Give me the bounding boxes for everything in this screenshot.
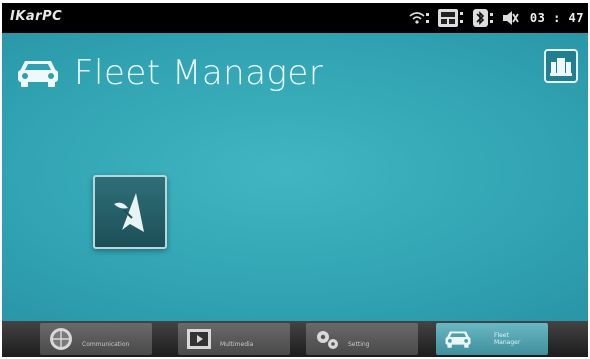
app-screen: Fleet Manager	[2, 33, 588, 321]
dock-item-label: Multimedia	[220, 340, 254, 348]
page-title: Fleet Manager	[74, 53, 324, 93]
navigation-tile[interactable]	[93, 175, 167, 249]
dock-item-label: Fleet Manager	[494, 332, 521, 346]
dock-item-communication[interactable]: Communication	[40, 323, 152, 355]
device-frame: IKarPC 03: 47 Fleet Manager Communicati…	[2, 3, 588, 357]
brand-label: IKarPC	[10, 9, 63, 24]
mute-icon	[502, 11, 519, 25]
clock: 03 : 47	[529, 11, 584, 25]
signal-icon	[437, 9, 463, 27]
app-header: Fleet Manager	[16, 51, 323, 95]
status-icons: 03 : 47	[408, 3, 584, 33]
gears-icon	[317, 331, 338, 349]
globe-icon	[50, 328, 72, 350]
dock-item-label: Setting	[348, 340, 370, 348]
dock-item-multimedia[interactable]: Multimedia	[178, 323, 290, 355]
dock-item-fleet-manager[interactable]: Fleet Manager	[436, 323, 548, 355]
bluetooth-icon	[472, 9, 493, 27]
wifi-icon	[409, 12, 429, 24]
video-icon	[187, 329, 211, 349]
dock-item-label: Communication	[82, 340, 130, 348]
car-icon	[18, 61, 58, 87]
buildings-icon	[550, 58, 572, 76]
buildings-button[interactable]	[544, 49, 578, 83]
dock-item-setting[interactable]: Setting	[306, 323, 418, 355]
status-bar: IKarPC 03: 47	[2, 3, 588, 33]
car-icon	[445, 331, 471, 348]
dock: Communication Multimedia Setting Fleet M…	[2, 321, 588, 357]
compass-arrow-icon	[114, 193, 144, 232]
